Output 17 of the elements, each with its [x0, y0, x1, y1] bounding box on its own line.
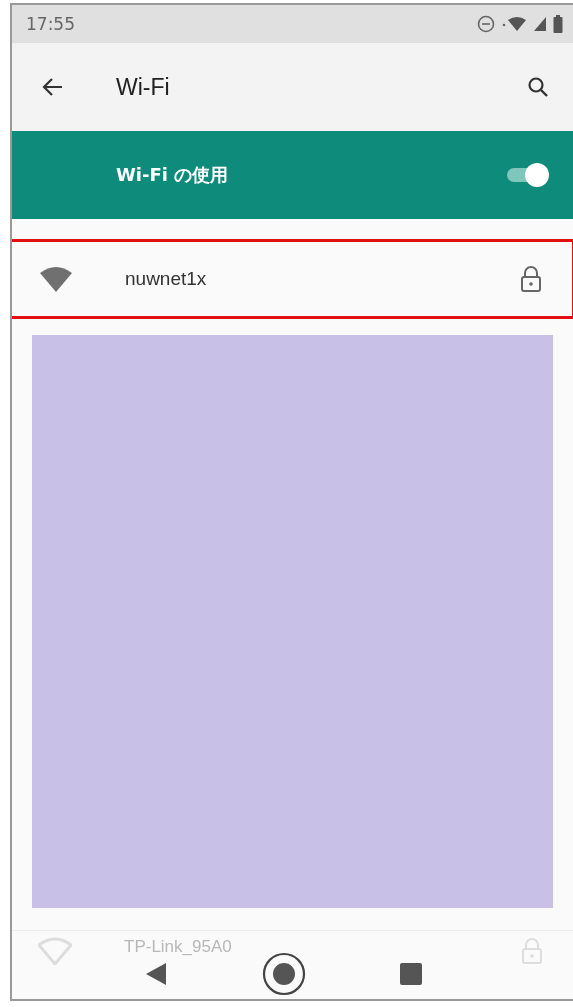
- wifi-toggle-label: Wi-Fi の使用: [116, 163, 229, 187]
- do-not-disturb-icon: [477, 15, 495, 33]
- network-name: nuwnet1x: [125, 268, 207, 290]
- wifi-icon: [38, 937, 72, 965]
- home-icon[interactable]: [260, 951, 307, 997]
- page-title: Wi-Fi: [116, 73, 170, 101]
- recents-icon[interactable]: [398, 962, 423, 986]
- wifi-signal-icon: [501, 16, 527, 32]
- wifi-icon: [39, 265, 73, 293]
- search-icon[interactable]: [527, 76, 549, 98]
- battery-icon: [553, 15, 563, 33]
- network-row[interactable]: nuwnet1x: [12, 239, 573, 319]
- wifi-switch[interactable]: [505, 161, 549, 189]
- network-name: TP-Link_95A0: [124, 937, 232, 957]
- status-time: 17:55: [26, 14, 75, 34]
- cell-signal-icon: [533, 16, 547, 32]
- back-arrow-icon[interactable]: [42, 77, 64, 97]
